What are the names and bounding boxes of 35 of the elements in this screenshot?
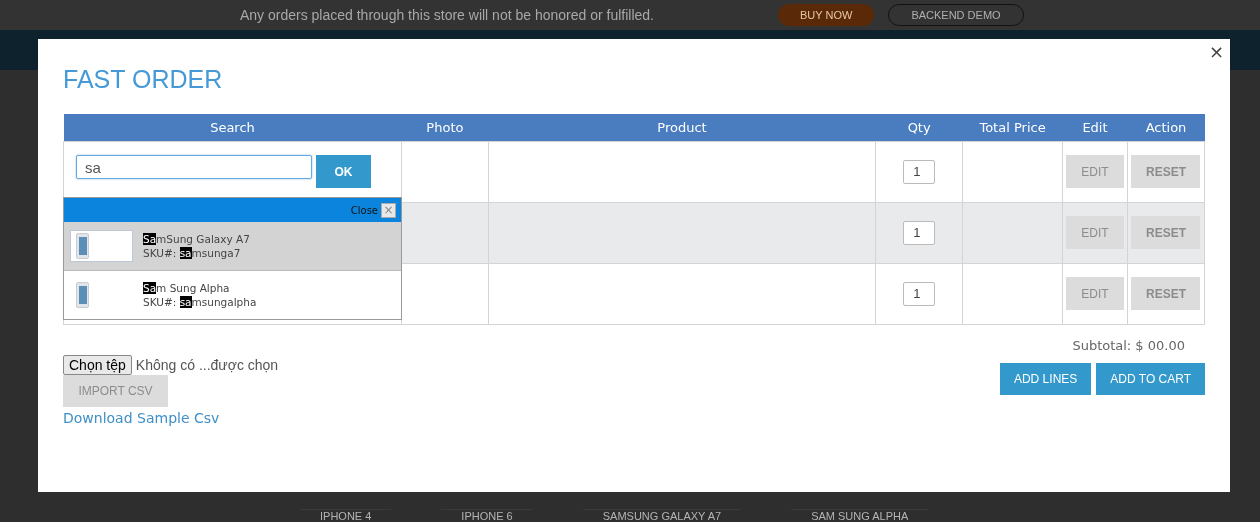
notice-text: Any orders placed through this store will not be honored or fulfilled. <box>240 7 654 23</box>
column-header: Search <box>63 114 402 141</box>
phone-thumbnail <box>76 233 89 259</box>
close-icon[interactable]: × <box>1208 41 1224 62</box>
product-name: Sam Sung Alpha <box>143 281 231 295</box>
add-lines-button[interactable]: ADD LINES <box>999 362 1092 395</box>
column-header: Product <box>488 114 876 141</box>
add-to-cart-button[interactable]: ADD TO CART <box>1096 362 1205 395</box>
buy-now-button[interactable]: BUY NOW <box>778 4 875 26</box>
suggestion-item[interactable]: SamSung Galaxy A7 SKU#: samsunga7 <box>64 222 401 271</box>
column-header: Action <box>1127 114 1205 141</box>
product-label[interactable]: SAM SUNG ALPHA <box>791 509 929 522</box>
subtotal-text: Subtotal: $ 00.00 <box>1072 337 1185 353</box>
column-header: Total Price <box>962 114 1063 141</box>
modal-title: FAST ORDER <box>63 65 224 94</box>
close-link[interactable]: Close <box>350 204 378 216</box>
column-header: Photo <box>401 114 489 141</box>
product-label[interactable]: IPHONE 6 <box>441 509 533 522</box>
product-label[interactable]: IPHONE 4 <box>300 509 392 522</box>
product-sku: SKU#: samsungalpha <box>143 295 257 309</box>
column-header: Edit <box>1062 114 1128 141</box>
product-label[interactable]: SAMSUNG GALAXY A7 <box>582 509 742 522</box>
download-link[interactable]: Download Sample Csv <box>63 409 220 426</box>
quantity-field[interactable]: 1 <box>903 159 936 184</box>
close-icon[interactable]: × <box>381 202 396 218</box>
file-status: Không có ...được chọn <box>135 356 279 373</box>
column-header: Qty <box>875 114 963 141</box>
quantity-field[interactable]: 1 <box>903 220 936 245</box>
product-name: SamSung Galaxy A7 <box>143 232 250 246</box>
ok-button[interactable]: OK <box>316 155 371 188</box>
quantity-field[interactable]: 1 <box>903 281 936 306</box>
phone-thumbnail <box>76 282 89 308</box>
product-sku: SKU#: samsunga7 <box>143 246 242 260</box>
choose-file-button[interactable]: Chọn tệp <box>63 354 132 375</box>
search-field[interactable]: sa <box>76 155 312 179</box>
